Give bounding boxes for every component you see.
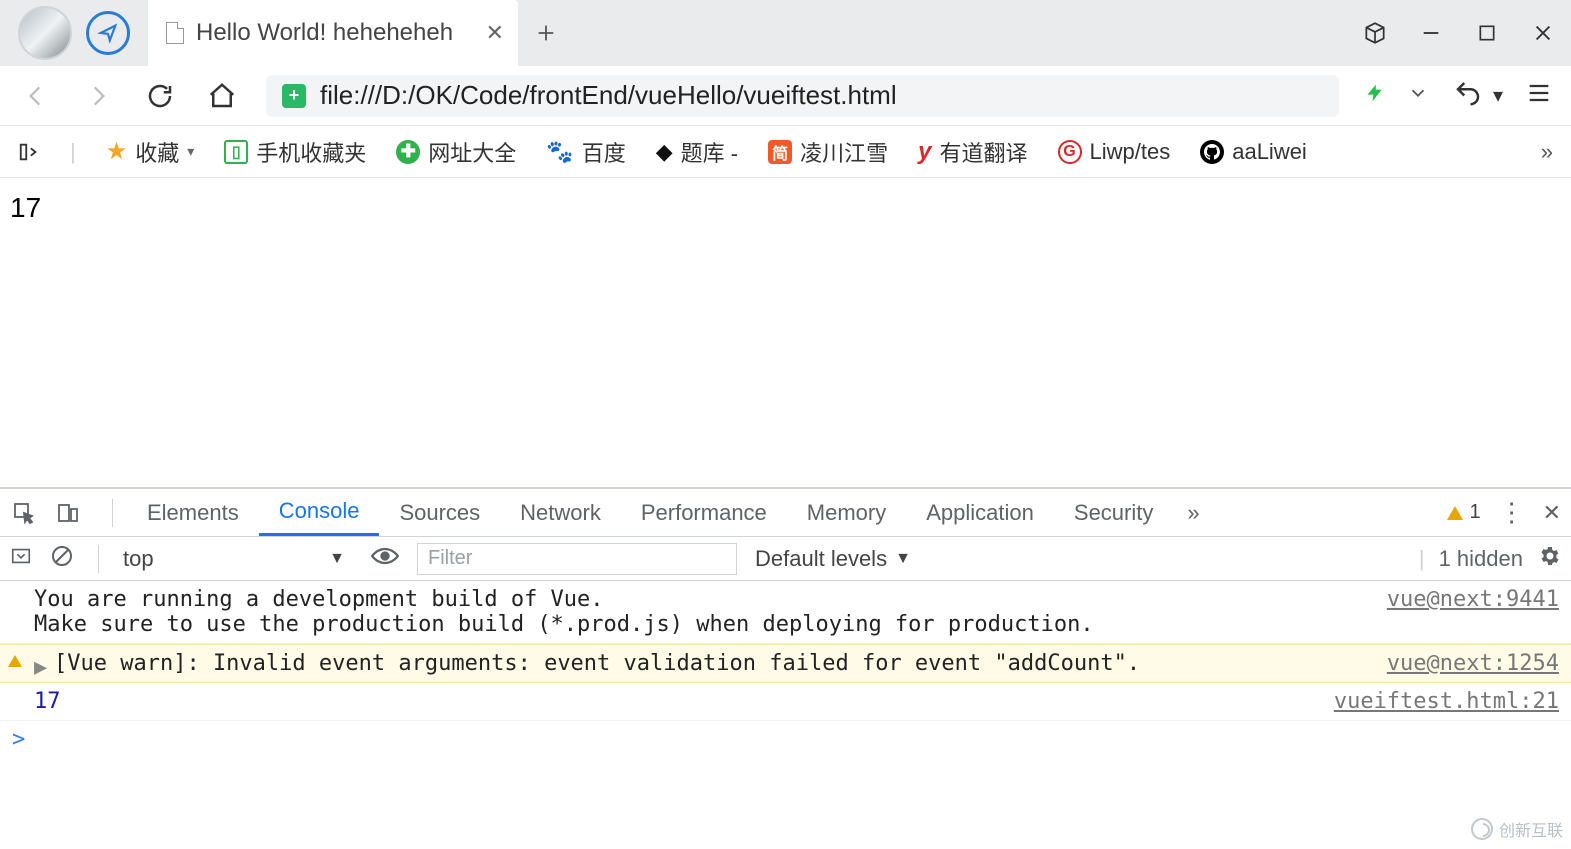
warning-count-badge[interactable]: 1 [1447,501,1480,524]
bookmarks-bar: | ★ 收藏 ▾ ▯ 手机收藏夹 ✚ 网址大全 🐾 百度 ◆ 题库 - 简 凌川… [0,126,1571,178]
github-icon [1200,140,1224,164]
source-link[interactable]: vueiftest.html:21 [1314,689,1559,714]
browser-tab[interactable]: Hello World! heheheheh ✕ [148,0,518,66]
page-content: 17 [0,178,1571,238]
wardrobe-icon[interactable] [1347,5,1403,61]
expand-caret-icon[interactable]: ▶ [34,655,47,680]
jian-icon: 简 [768,140,792,164]
fast-mode-icon[interactable] [1365,80,1385,111]
reload-button[interactable] [142,78,178,114]
devtools-tab-security[interactable]: Security [1054,489,1173,536]
back-button[interactable] [18,78,54,114]
window-controls [1347,0,1571,66]
clear-console-icon[interactable] [50,544,74,573]
phone-icon: ▯ [224,140,248,164]
devtools-panel: Elements Console Sources Network Perform… [0,487,1571,849]
console-row-info: You are running a development build of V… [0,581,1571,644]
console-settings-icon[interactable] [1537,544,1561,574]
home-button[interactable] [204,78,240,114]
bookmark-liwp[interactable]: G Liwp/tes [1058,139,1171,165]
console-output: You are running a development build of V… [0,581,1571,849]
chevron-down-icon: ▼ [895,550,911,568]
bookmarks-overflow-icon[interactable]: » [1541,139,1553,165]
tiku-icon: ◆ [656,139,673,165]
star-icon: ★ [106,137,128,166]
devtools-tab-sources[interactable]: Sources [379,489,500,536]
globe-icon: ✚ [396,140,420,164]
log-levels-selector[interactable]: Default levels ▼ [755,546,911,572]
address-bar: + file:///D:/OK/Code/frontEnd/vueHello/v… [0,66,1571,126]
new-tab-button[interactable] [518,0,574,66]
devtools-tab-elements[interactable]: Elements [127,489,259,536]
youdao-icon: y [918,138,931,166]
close-tab-icon[interactable]: ✕ [486,20,504,46]
tab-strip: Hello World! heheheheh ✕ [0,0,1571,66]
devtools-close-icon[interactable]: ✕ [1543,500,1561,526]
devtools-tab-strip: Elements Console Sources Network Perform… [0,489,1571,537]
bookmark-youdao[interactable]: y 有道翻译 [918,136,1027,168]
warning-icon [1447,506,1463,520]
address-bar-right: ▾ [1365,78,1553,113]
close-window-button[interactable] [1515,5,1571,61]
undo-button[interactable] [1451,78,1485,113]
hidden-messages: | 1 hidden [1419,544,1561,574]
bookmark-favorites[interactable]: ★ 收藏 ▾ [106,136,195,168]
bookmark-tiku[interactable]: ◆ 题库 - [656,136,738,168]
console-toolbar: top ▼ Filter Default levels ▼ | 1 hidden [0,537,1571,581]
chevron-down-icon: ▾ [187,143,194,160]
minimize-button[interactable] [1403,5,1459,61]
avatar[interactable] [18,6,72,60]
source-link[interactable]: vue@next:1254 [1367,651,1559,676]
console-sidebar-toggle-icon[interactable] [10,545,32,572]
page-output: 17 [10,192,41,223]
devtools-tab-network[interactable]: Network [500,489,621,536]
bookmark-lingchuan[interactable]: 简 凌川江雪 [768,136,888,168]
devtools-tab-console[interactable]: Console [259,489,380,536]
profile-area [0,0,148,66]
sidebar-toggle-icon[interactable] [18,141,40,163]
device-toolbar-icon[interactable] [54,499,82,527]
url-field[interactable]: + file:///D:/OK/Code/frontEnd/vueHello/v… [266,75,1339,117]
bookmark-aaliwei[interactable]: aaLiwei [1200,139,1307,165]
paw-icon: 🐾 [546,139,573,165]
console-filter-input[interactable]: Filter [417,543,737,575]
execution-context-selector[interactable]: top ▼ [123,546,353,572]
console-prompt[interactable]: > [0,721,1571,758]
bookmark-all-sites[interactable]: ✚ 网址大全 [396,136,516,168]
url-text: file:///D:/OK/Code/frontEnd/vueHello/vue… [320,80,897,111]
devtools-tab-application[interactable]: Application [906,489,1054,536]
browser-home-icon[interactable] [86,11,130,55]
forward-button[interactable] [80,78,116,114]
bookmark-baidu[interactable]: 🐾 百度 [546,136,625,168]
inspect-element-icon[interactable] [10,499,38,527]
page-icon [166,22,184,44]
live-expression-icon[interactable] [371,546,399,571]
tab-title: Hello World! heheheheh [196,19,474,47]
bookmark-mobile[interactable]: ▯ 手机收藏夹 [224,136,366,168]
console-row-log: 17 vueiftest.html:21 [0,683,1571,721]
source-link[interactable]: vue@next:9441 [1367,587,1559,637]
gitee-icon: G [1058,140,1082,164]
url-dropdown-icon[interactable] [1407,82,1429,109]
devtools-menu-icon[interactable]: ⋮ [1499,497,1525,528]
maximize-button[interactable] [1459,5,1515,61]
devtools-tab-performance[interactable]: Performance [621,489,787,536]
menu-button[interactable] [1525,79,1553,112]
devtools-tabs-overflow-icon[interactable]: » [1173,500,1213,526]
devtools-tab-memory[interactable]: Memory [787,489,906,536]
chevron-down-icon: ▼ [329,550,345,568]
security-shield-icon: + [282,84,306,108]
undo-dropdown-icon[interactable]: ▾ [1493,83,1503,108]
console-row-warning: ▶ [Vue warn]: Invalid event arguments: e… [0,644,1571,683]
